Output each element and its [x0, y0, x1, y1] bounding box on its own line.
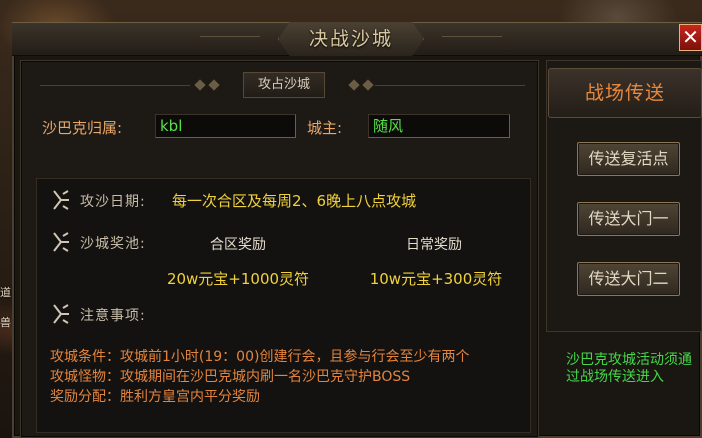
- owner-field: kbl: [155, 114, 296, 138]
- note-siege-condition: 攻城条件：攻城前1小时(19：00)创建行会，且参与行会至少有两个: [50, 349, 470, 365]
- title-ornament-left: [200, 36, 260, 42]
- lord-label: 城主:: [307, 119, 343, 137]
- close-button[interactable]: ✕: [679, 24, 702, 51]
- teleport-gate-two-button[interactable]: 传送大门二: [577, 262, 680, 296]
- prize-pool-label: 沙城奖池:: [80, 236, 146, 252]
- section-title: 攻占沙城: [257, 77, 310, 92]
- teleport-gate-one-button[interactable]: 传送大门一: [577, 202, 680, 236]
- siege-date-label: 攻沙日期:: [80, 194, 146, 210]
- merge-reward-heading: 合区奖励: [210, 237, 266, 253]
- sword-emblem-icon: [53, 232, 69, 252]
- note-reward-distribution: 奖励分配：胜利方皇宫内平分奖励: [50, 389, 260, 405]
- title-ornament-right: [442, 36, 502, 42]
- teleport-respawn-button[interactable]: 传送复活点: [577, 142, 680, 176]
- merge-reward-value: 20w元宝+1000灵符: [166, 270, 310, 288]
- sword-emblem-icon: [53, 304, 69, 324]
- battlefield-teleport-title: 战场传送: [548, 68, 702, 118]
- sword-emblem-icon: [53, 190, 69, 210]
- daily-reward-value: 10w元宝+300灵符: [369, 270, 503, 288]
- owner-label: 沙巴克归属:: [42, 119, 123, 137]
- world-text-2: 兽: [0, 316, 11, 329]
- world-text-1: 道: [0, 286, 11, 299]
- daily-reward-heading: 日常奖励: [406, 237, 462, 253]
- dialog-title: 决战沙城: [308, 28, 393, 50]
- notice-label: 注意事项:: [80, 308, 146, 324]
- lord-field: 随风: [368, 114, 510, 138]
- section-divider-left: [40, 85, 190, 86]
- note-siege-monster: 攻城怪物：攻城期间在沙巴克城内刷一名沙巴克守护BOSS: [50, 369, 411, 385]
- teleport-notice: 沙巴克攻城活动须通过战场传送进入: [566, 352, 692, 385]
- section-divider-right: [375, 85, 525, 86]
- siege-date-value: 每一次合区及每周2、6晚上八点攻城: [172, 192, 417, 210]
